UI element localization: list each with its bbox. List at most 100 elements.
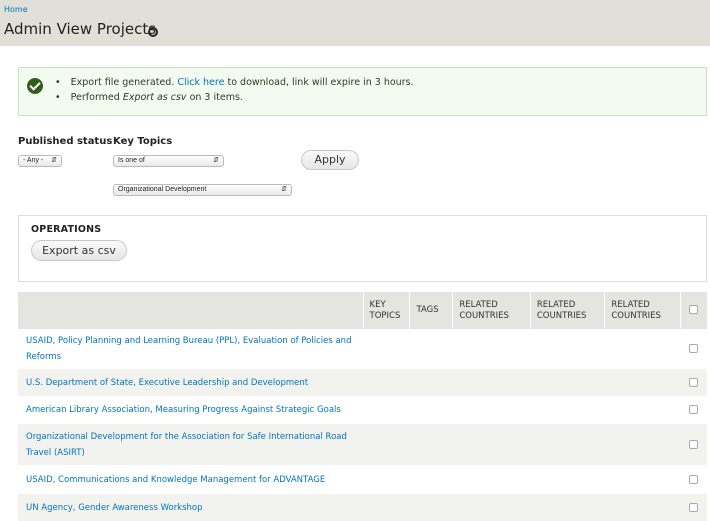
title-cell: USAID, Communications and Knowledge Mana… <box>18 465 363 494</box>
table-cell <box>530 424 605 465</box>
checkbox-cell <box>680 424 707 465</box>
table-header-row: KEY TOPICS TAGS RELATED COUNTRIES RELATE… <box>18 292 707 329</box>
message-action: Export as csv <box>122 92 187 103</box>
select-all-cell <box>679 292 707 329</box>
check-icon <box>27 78 43 94</box>
message-text: Performed <box>70 92 120 103</box>
column-header-tags[interactable]: TAGS <box>409 292 453 329</box>
checkbox-cell <box>680 465 707 494</box>
operations-panel: OPERATIONS Export as csv <box>18 215 707 282</box>
table-cell <box>530 396 605 424</box>
project-link[interactable]: Organizational Development for the Assoc… <box>26 432 347 458</box>
key-topics-value-select[interactable]: Organizational Development ⇵ <box>113 184 292 196</box>
checkbox-cell <box>680 369 707 396</box>
table-row: UN Agency, Gender Awareness Workshop <box>18 494 707 521</box>
apply-button[interactable]: Apply <box>301 150 359 170</box>
table-cell <box>530 465 605 494</box>
table-cell <box>604 494 681 521</box>
table-cell <box>604 369 681 396</box>
row-checkbox[interactable] <box>689 344 699 353</box>
row-checkbox[interactable] <box>689 377 699 387</box>
table-cell <box>530 369 605 396</box>
table-row: USAID, Policy Planning and Learning Bure… <box>18 329 707 369</box>
column-header-key-topics[interactable]: KEY TOPICS <box>362 292 410 329</box>
message-text: Export file generated. <box>70 77 175 88</box>
table-cell <box>452 465 531 494</box>
select-arrows-icon: ⇵ <box>281 186 287 193</box>
table-cell <box>409 396 453 424</box>
operations-title: OPERATIONS <box>31 224 102 235</box>
operator-value: Is one of <box>118 157 145 164</box>
table-cell <box>363 396 410 424</box>
gear-icon[interactable] <box>148 27 158 37</box>
checkbox-cell <box>680 329 707 369</box>
checkbox-cell <box>680 494 707 521</box>
project-link[interactable]: UN Agency, Gender Awareness Workshop <box>26 503 203 513</box>
table-cell <box>604 465 681 494</box>
key-topics-operator-select[interactable]: Is one of ⇵ <box>113 155 224 167</box>
table-row: USAID, Communications and Knowledge Mana… <box>18 465 707 494</box>
table-cell <box>604 396 681 424</box>
title-cell: USAID, Policy Planning and Learning Bure… <box>18 329 363 369</box>
table-cell <box>409 329 453 369</box>
table-cell <box>363 329 410 369</box>
table-cell <box>363 369 410 396</box>
row-checkbox[interactable] <box>689 439 699 449</box>
table-row: Organizational Development for the Assoc… <box>18 424 707 465</box>
table-cell <box>452 369 531 396</box>
select-arrows-icon: ⇵ <box>213 157 219 164</box>
title-cell: Organizational Development for the Assoc… <box>18 424 363 465</box>
message-export: Export file generated. Click here to dow… <box>55 77 414 88</box>
project-link[interactable]: U.S. Department of State, Executive Lead… <box>26 378 308 388</box>
table-cell <box>604 329 681 369</box>
table-cell <box>530 329 605 369</box>
table-cell <box>530 494 605 521</box>
project-link[interactable]: USAID, Policy Planning and Learning Bure… <box>26 336 351 362</box>
title-cell: American Library Association, Measuring … <box>18 396 363 424</box>
breadcrumb-home[interactable]: Home <box>4 5 28 14</box>
project-link[interactable]: American Library Association, Measuring … <box>26 405 341 415</box>
table-cell <box>363 494 410 521</box>
column-header-related-countries[interactable]: RELATED COUNTRIES <box>452 292 531 329</box>
row-checkbox[interactable] <box>689 474 699 484</box>
published-status-value: - Any - <box>23 157 44 164</box>
column-header-related-countries[interactable]: RELATED COUNTRIES <box>529 292 605 329</box>
message-list: Export file generated. Click here to dow… <box>55 77 414 107</box>
key-topics-label: Key Topics <box>113 136 173 147</box>
title-column-header <box>18 292 363 329</box>
export-csv-button[interactable]: Export as csv <box>31 240 127 261</box>
status-message: Export file generated. Click here to dow… <box>18 67 707 116</box>
table-cell <box>363 465 410 494</box>
table-cell <box>452 329 531 369</box>
select-all-checkbox[interactable] <box>689 305 699 314</box>
table-cell <box>363 424 410 465</box>
page-header: Home Admin View Projects <box>0 0 710 46</box>
table-cell <box>452 424 531 465</box>
title-cell: U.S. Department of State, Executive Lead… <box>18 369 363 396</box>
message-text: to download, link will expire in 3 hours… <box>227 77 414 88</box>
table-cell <box>452 494 531 521</box>
table-row: American Library Association, Measuring … <box>18 396 707 424</box>
message-performed: Performed Export as csv on 3 items. <box>55 92 414 103</box>
published-status-label: Published status <box>18 136 113 147</box>
table-row: U.S. Department of State, Executive Lead… <box>18 369 707 396</box>
table-cell <box>409 424 453 465</box>
table-cell <box>409 465 453 494</box>
message-text: on 3 items. <box>189 92 243 103</box>
row-checkbox[interactable] <box>689 405 699 414</box>
title-cell: UN Agency, Gender Awareness Workshop <box>18 494 363 521</box>
checkbox-cell <box>680 396 707 424</box>
table-cell <box>452 396 531 424</box>
table-cell <box>409 369 453 396</box>
project-link[interactable]: USAID, Communications and Knowledge Mana… <box>26 475 325 485</box>
download-link[interactable]: Click here <box>177 77 224 88</box>
page-title: Admin View Projects <box>4 20 157 38</box>
topic-value: Organizational Development <box>118 186 207 193</box>
select-arrows-icon: ⇵ <box>51 157 57 164</box>
table-cell <box>604 424 681 465</box>
table-cell <box>409 494 453 521</box>
row-checkbox[interactable] <box>689 502 699 512</box>
projects-table: KEY TOPICS TAGS RELATED COUNTRIES RELATE… <box>18 292 707 521</box>
column-header-related-countries[interactable]: RELATED COUNTRIES <box>604 292 681 329</box>
published-status-select[interactable]: - Any - ⇵ <box>18 155 62 167</box>
